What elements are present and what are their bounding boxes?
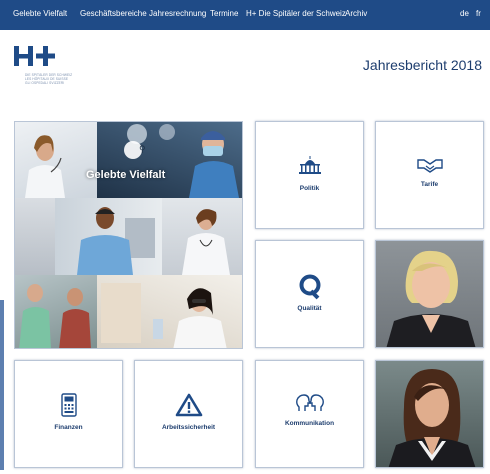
nav-termine[interactable]: Termine xyxy=(210,9,238,18)
photo-doctor-stethoscope xyxy=(162,198,242,275)
tile-arbeitssicherheit-label: Arbeitssicherheit xyxy=(161,424,216,431)
tile-kommunikation-label: Kommunikation xyxy=(284,420,335,427)
nav-jahresrechnung[interactable]: Jahresrechnung xyxy=(149,9,206,18)
photo-equipment xyxy=(15,198,55,275)
tile-politik-label: Politik xyxy=(299,185,320,192)
warning-triangle-icon xyxy=(175,393,202,417)
gelebte-vielfalt-collage[interactable]: ⚲ Gelebte Vielfalt xyxy=(14,121,243,349)
tile-finanzen-label: Finanzen xyxy=(54,424,83,431)
handshake-icon xyxy=(416,159,443,173)
tile-kommunikation[interactable]: Kommunikation xyxy=(255,360,364,468)
hplus-logo[interactable] xyxy=(14,46,84,92)
photo-nurse-man xyxy=(55,198,162,275)
hplus-logo-mark xyxy=(14,46,55,66)
portrait-photo-blonde[interactable] xyxy=(375,240,484,348)
nav-geschaeftsbereiche[interactable]: Geschäftsbereiche xyxy=(80,9,147,18)
payment-terminal-icon xyxy=(60,393,77,417)
tile-tarife[interactable]: Tarife xyxy=(375,121,484,229)
search-overlay-icon: ⚲ xyxy=(139,144,146,154)
q-letter-icon xyxy=(299,274,320,300)
portrait-photo-brunette[interactable] xyxy=(375,360,484,468)
tile-finanzen[interactable]: Finanzen xyxy=(14,360,123,468)
nav-archiv[interactable]: Archiv xyxy=(345,9,367,18)
photo-lab-woman xyxy=(97,275,242,348)
tile-tarife-label: Tarife xyxy=(420,181,439,188)
nav-gelebte-vielfalt[interactable]: Gelebte Vielfalt xyxy=(13,9,67,18)
top-navigation: Gelebte Vielfalt Geschäftsbereiche Jahre… xyxy=(0,0,490,30)
tile-politik[interactable]: Politik xyxy=(255,121,364,229)
tile-qualitaet[interactable]: Qualität xyxy=(255,240,364,348)
left-edge-strip xyxy=(0,300,4,470)
lang-de-link[interactable]: de xyxy=(460,9,469,18)
collage-title: Gelebte Vielfalt xyxy=(86,169,166,181)
speech-heads-icon xyxy=(295,394,324,411)
photo-surgeon: ⚲ xyxy=(97,122,242,198)
nav-die-spitaeler[interactable]: H+ Die Spitäler der Schweiz xyxy=(246,9,346,18)
parliament-icon xyxy=(298,156,321,174)
report-title: Jahresbericht 2018 xyxy=(362,57,482,73)
photo-doctor-woman xyxy=(15,122,97,198)
photo-physio xyxy=(15,275,97,348)
logo-tagline: DIE SPITÄLER DER SCHWEIZ LES HÔPITAUX DE… xyxy=(25,73,73,85)
tile-arbeitssicherheit[interactable]: Arbeitssicherheit xyxy=(134,360,243,468)
tile-qualitaet-label: Qualität xyxy=(297,305,322,312)
lang-fr-link[interactable]: fr xyxy=(476,9,481,18)
